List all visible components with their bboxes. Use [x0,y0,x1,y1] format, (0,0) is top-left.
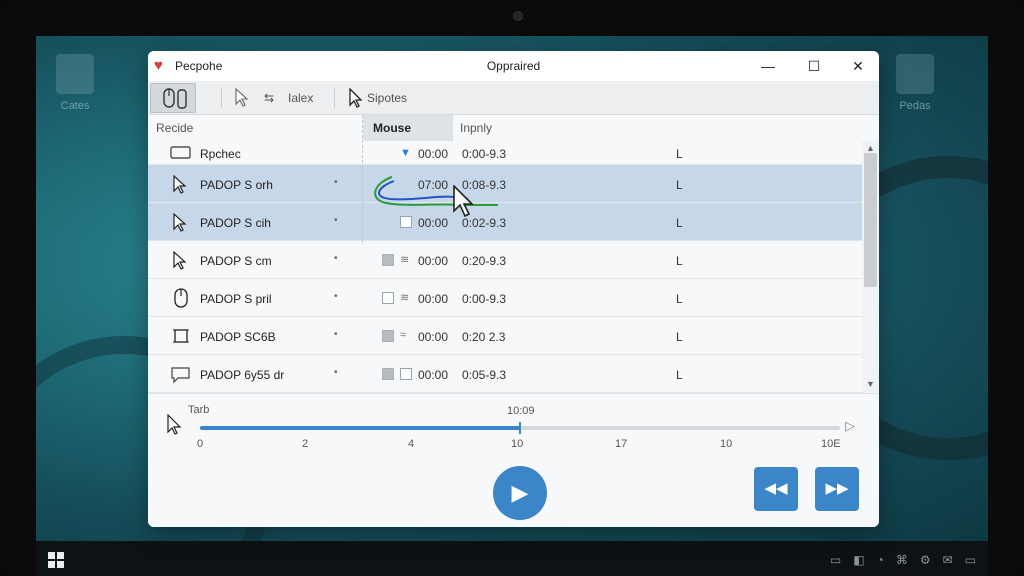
cursor-icon [453,185,474,218]
table-row[interactable]: PADOP SC6B • ≈ 00:00 0:20 2.3 L [148,317,862,355]
filter-icon: ▼ [400,147,411,159]
timeline-handle[interactable] [519,422,521,434]
chevron-down-icon[interactable]: ▼ [866,379,875,389]
tick-label: 10E [821,438,841,450]
fast-forward-button[interactable]: ▶▶ [815,467,859,511]
system-tray: ▭ ◧ ◔ ⌘ ⚙ ✉ ▭ [830,553,976,567]
window-icon [170,146,191,159]
current-time: 10:09 [507,405,535,417]
checkbox[interactable] [382,368,394,380]
tick-label: 10 [511,438,524,450]
cursor-icon [167,414,182,435]
play-button[interactable]: ▶ [493,466,547,520]
tick-label: 4 [408,438,415,450]
close-button[interactable]: ✕ [835,51,879,81]
timeline-panel: Tarb 10:09 0 2 4 10 17 10 10E ▷ ▶ ◀◀ ▶▶ [148,393,879,527]
taskbar: ▭ ◧ ◔ ⌘ ⚙ ✉ ▭ [36,541,988,576]
cursor-icon[interactable] [234,88,250,108]
toolbar: ⇆ Ialex Sipotes [148,81,879,115]
mouse-icon [163,88,187,109]
scrollbar-thumb[interactable] [864,153,877,287]
desktop-icon-pedas[interactable]: Pedas [896,54,934,112]
table-row[interactable]: Rpchec ▼ 00:00 0:00-9.3 L [148,141,862,165]
tick-label: 0 [197,438,204,450]
mouse-tool-button[interactable] [150,83,196,113]
column-divider [362,115,363,243]
tray-icon[interactable]: ▭ [830,553,841,567]
signal-icon: ≋ [400,292,410,304]
app-title: Pecpohe [175,59,223,73]
tick-label: 2 [302,438,309,450]
tray-icon[interactable]: ⚙ [920,553,931,567]
camera-icon [513,11,523,21]
tray-icon[interactable]: ⌘ [896,553,908,567]
checkbox[interactable] [382,254,394,266]
toolbar-item-sipotes[interactable]: Sipotes [367,91,407,105]
desktop-icon-label: Pedas [899,100,931,112]
tray-icon[interactable]: ◧ [853,553,864,567]
desktop-icon-cates[interactable]: Cates [56,54,94,112]
minimize-button[interactable]: — [745,51,791,81]
tick-label: 17 [615,438,628,450]
rewind-button[interactable]: ◀◀ [754,467,798,511]
table-row[interactable]: PADOP S cm • ≋ 00:00 0:20-9.3 L [148,241,862,279]
timeline-progress [200,426,520,430]
checkbox[interactable] [400,368,412,380]
title-bar: ♥ Pecpohe Oppraired — ☐ ✕ [148,51,879,81]
tick-label: 10 [720,438,733,450]
mouse-path-trace [374,176,498,206]
pointer-icon[interactable] [348,88,364,110]
column-header-recide[interactable]: Recide [156,115,356,141]
chevron-up-icon[interactable]: ▲ [866,143,875,153]
desktop-icon-label: Cates [60,100,90,112]
tray-icon[interactable]: ✉ [943,553,953,567]
checkbox[interactable] [400,216,412,228]
app-window: ♥ Pecpohe Oppraired — ☐ ✕ ⇆ Ialex Sipote… [148,51,879,527]
play-outline-icon[interactable]: ▷ [845,418,855,434]
table-row[interactable]: PADOP S pril • ≋ 00:00 0:00-9.3 L [148,279,862,317]
timeline-label: Tarb [188,404,210,416]
toolbar-item-ialex[interactable]: Ialex [288,91,313,105]
column-header-mouse[interactable]: Mouse [363,115,453,141]
maximize-button[interactable]: ☐ [791,51,837,81]
heart-icon: ♥ [154,57,163,74]
checkbox[interactable] [382,330,394,342]
tray-icon[interactable]: ▭ [965,553,976,567]
timeline-slider[interactable] [200,422,840,434]
frame-icon [173,329,189,343]
cursor-icon [173,213,187,232]
signal-icon: ≈ [400,329,407,341]
checkbox[interactable] [382,292,394,304]
table-row[interactable]: PADOP 6y55 dr • 00:00 0:05-9.3 L [148,355,862,393]
mouse-icon [174,288,188,308]
cursor-icon [173,175,187,194]
signal-icon: ≋ [400,254,410,266]
move-icon[interactable]: ⇆ [264,91,274,105]
start-button[interactable] [48,552,64,568]
chat-icon [171,367,190,384]
column-header-inpnly[interactable]: Inpnly [460,115,660,141]
scrollbar[interactable]: ▲ ▼ [862,141,879,393]
cursor-icon [173,251,187,270]
tray-icon[interactable]: ◔ [877,553,884,567]
